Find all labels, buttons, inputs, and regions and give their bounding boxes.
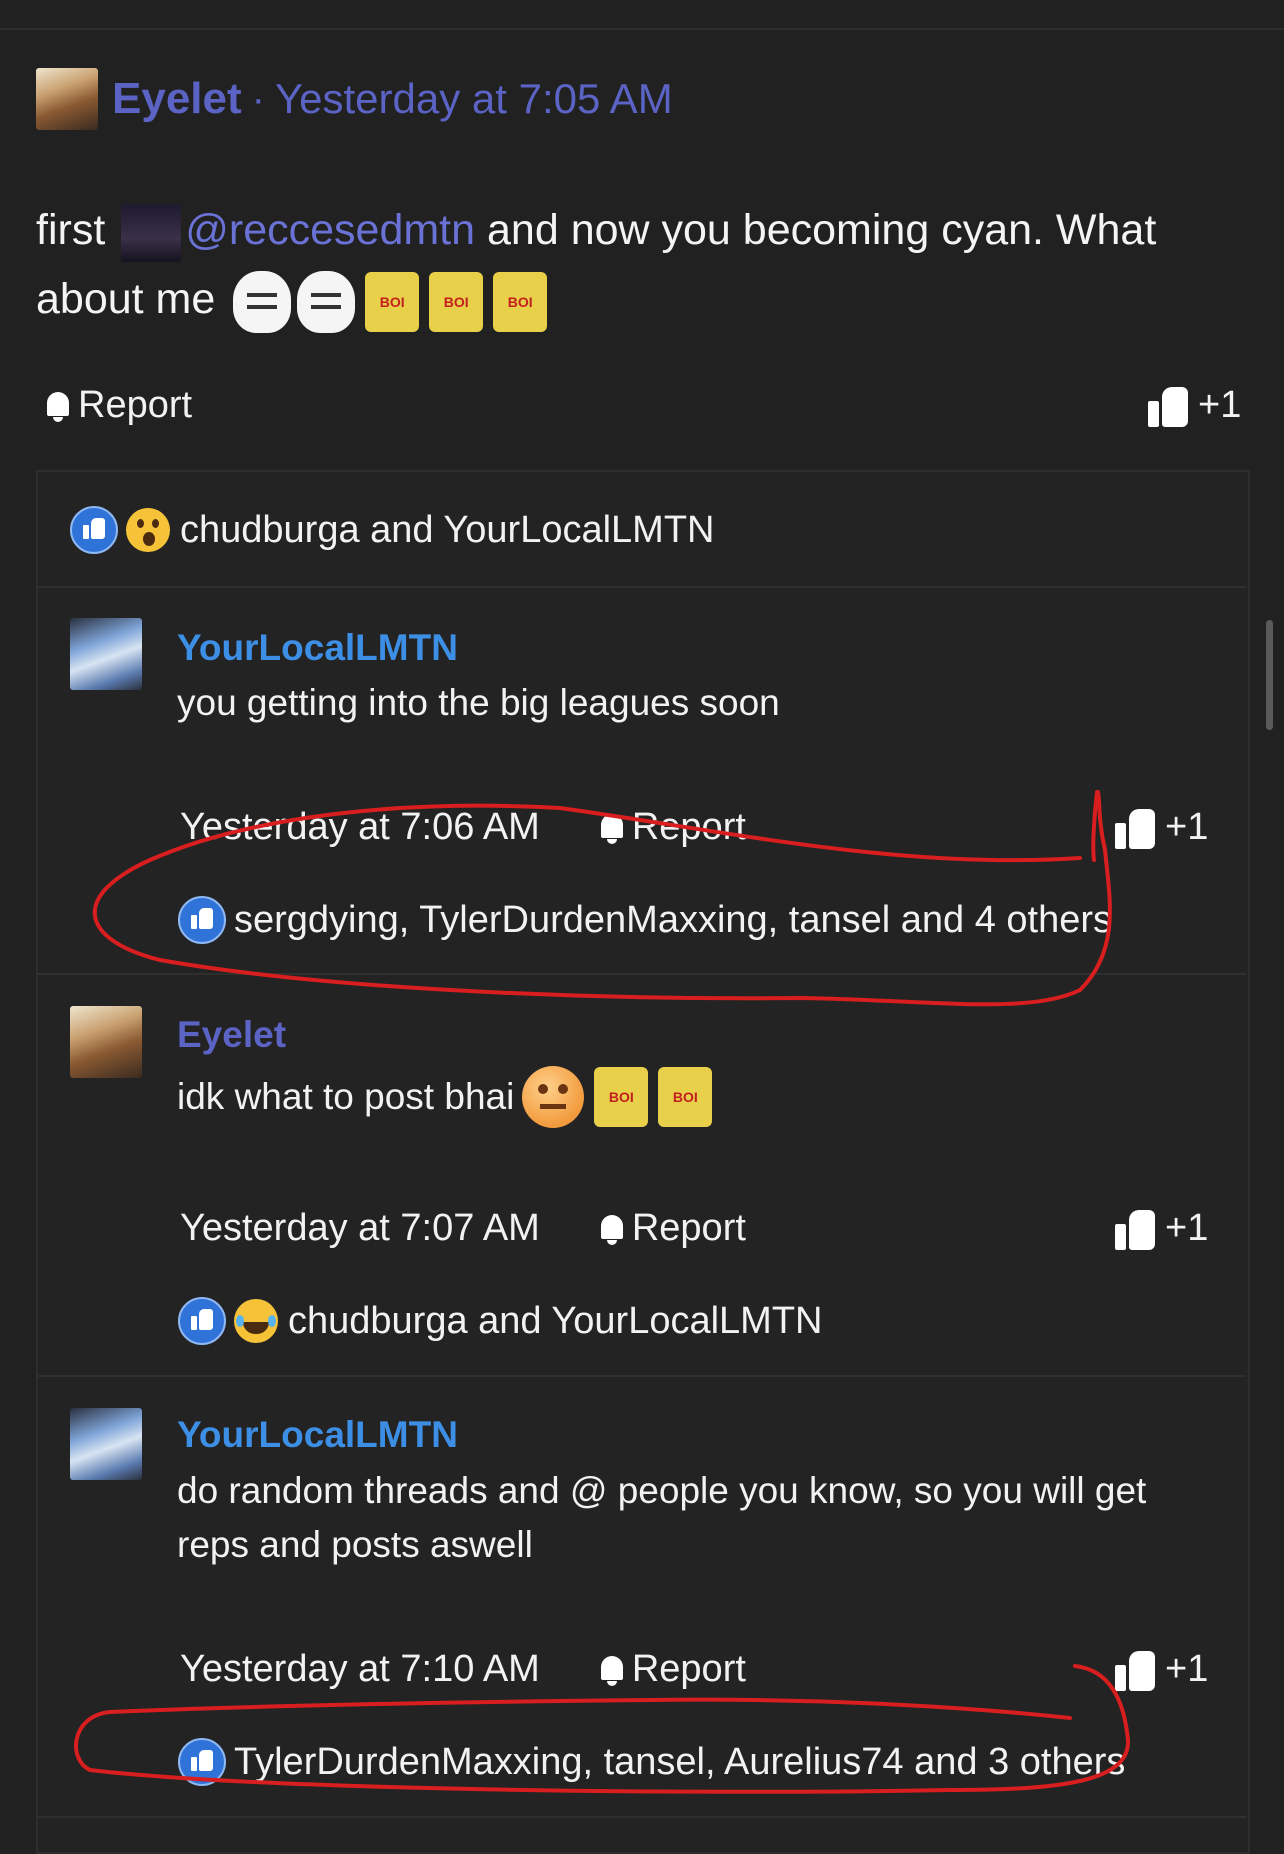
bell-icon — [598, 1654, 626, 1686]
wojak-emoji — [297, 270, 356, 333]
divider — [36, 1375, 1246, 1377]
thumbs-up-icon — [1148, 385, 1190, 427]
divider — [36, 1816, 1246, 1818]
mention-avatar — [121, 203, 182, 262]
avatar[interactable] — [36, 68, 98, 130]
reply-avatar[interactable] — [70, 618, 142, 690]
reply-text: idk what to post bhai — [177, 1076, 515, 1117]
report-label: Report — [78, 384, 193, 426]
reply-avatar[interactable] — [70, 1408, 142, 1480]
reply-meta: Yesterday at 7:07 AM Report — [180, 1207, 746, 1250]
plus-one-button[interactable]: +1 — [1115, 806, 1208, 849]
separator-dot: · — [251, 76, 265, 121]
plus-one-button[interactable]: +1 — [1148, 384, 1241, 427]
post-reactions[interactable]: chudburga and YourLocalLMTN — [70, 506, 715, 554]
reply-reactions[interactable]: TylerDurdenMaxxing, tansel, Aurelius74 a… — [178, 1738, 1125, 1786]
thumbs-up-icon — [1115, 1649, 1157, 1691]
post-body: first @reccesedmtn and now you becoming … — [36, 196, 1246, 334]
reply-timestamp[interactable]: Yesterday at 7:07 AM — [180, 1207, 540, 1250]
reply-timestamp[interactable]: Yesterday at 7:10 AM — [180, 1648, 540, 1691]
plus-one-button[interactable]: +1 — [1115, 1207, 1208, 1250]
thumbs-up-icon — [1115, 807, 1157, 849]
spongebob-emoji: BOI — [658, 1067, 713, 1127]
spongebob-emoji: BOI — [594, 1067, 649, 1127]
reply-timestamp[interactable]: Yesterday at 7:06 AM — [180, 806, 540, 849]
like-reaction-icon — [178, 1738, 226, 1786]
wow-reaction-icon — [126, 508, 170, 552]
spongebob-emoji: BOI — [493, 271, 548, 332]
plus-one-label: +1 — [1198, 384, 1242, 426]
divider — [36, 586, 1246, 588]
reactions-text[interactable]: sergdying, TylerDurdenMaxxing, tansel an… — [234, 899, 1112, 942]
reply-meta: Yesterday at 7:06 AM Report — [180, 806, 746, 849]
report-button[interactable]: Report — [44, 384, 192, 427]
reply-text: you getting into the big leagues soon — [177, 682, 780, 723]
flushed-face-emoji — [522, 1066, 585, 1128]
divider — [36, 973, 1246, 975]
report-button[interactable]: Report — [632, 806, 746, 849]
reply-reactions[interactable]: sergdying, TylerDurdenMaxxing, tansel an… — [178, 896, 1112, 944]
bell-icon — [598, 1213, 626, 1245]
like-reaction-icon — [178, 1297, 226, 1345]
reactions-text[interactable]: TylerDurdenMaxxing, tansel, Aurelius74 a… — [234, 1741, 1125, 1784]
plus-one-button[interactable]: +1 — [1115, 1648, 1208, 1691]
plus-one-label: +1 — [1165, 1207, 1209, 1249]
spongebob-emoji: BOI — [365, 271, 420, 332]
spongebob-emoji: BOI — [429, 271, 484, 332]
post-timestamp[interactable]: Yesterday at 7:05 AM — [275, 75, 673, 123]
reply-text-row: idk what to post bhai BOI BOI — [177, 1066, 1227, 1128]
scrollbar[interactable] — [1266, 620, 1273, 730]
like-reaction-icon — [70, 506, 118, 554]
reactions-text[interactable]: chudburga and YourLocalLMTN — [180, 509, 715, 552]
report-button[interactable]: Report — [632, 1648, 746, 1691]
reply-meta: Yesterday at 7:10 AM Report — [180, 1648, 746, 1691]
report-button[interactable]: Report — [632, 1207, 746, 1250]
post-author-link[interactable]: Eyelet — [112, 74, 242, 124]
laughing-crying-reaction-icon — [234, 1299, 278, 1343]
bell-icon — [44, 390, 72, 422]
plus-one-label: +1 — [1165, 806, 1209, 848]
reply-text: do random threads and @ people you know,… — [177, 1470, 1147, 1565]
reply-author-link[interactable]: YourLocalLMTN — [177, 627, 458, 669]
thumbs-up-icon — [1115, 1208, 1157, 1250]
like-reaction-icon — [178, 896, 226, 944]
reactions-text[interactable]: chudburga and YourLocalLMTN — [288, 1300, 823, 1343]
plus-one-label: +1 — [1165, 1648, 1209, 1690]
reply-author-link[interactable]: YourLocalLMTN — [177, 1414, 458, 1456]
reply-author-link[interactable]: Eyelet — [177, 1014, 286, 1056]
reply-reactions[interactable]: chudburga and YourLocalLMTN — [178, 1297, 823, 1345]
wojak-emoji — [233, 270, 292, 333]
top-divider — [0, 28, 1284, 30]
bell-icon — [598, 812, 626, 844]
post-text-start: first — [36, 206, 106, 254]
post-header: Eyelet · Yesterday at 7:05 AM — [36, 66, 673, 132]
reply-avatar[interactable] — [70, 1006, 142, 1078]
user-mention-link[interactable]: @reccesedmtn — [185, 206, 475, 254]
